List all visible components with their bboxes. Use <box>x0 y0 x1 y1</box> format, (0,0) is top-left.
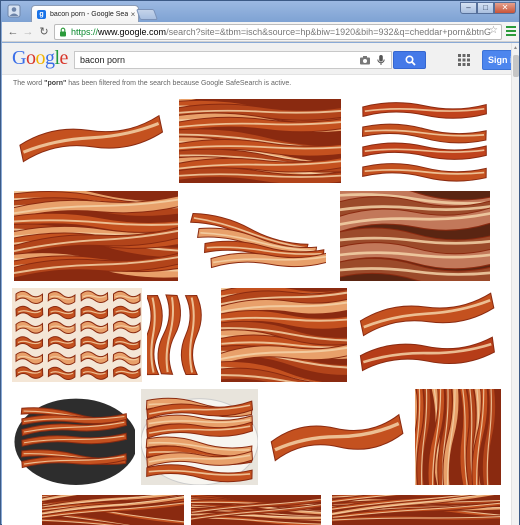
search-results-page: Google bacon porn Sign in ▲ The word "po… <box>2 43 519 525</box>
result-image-11[interactable] <box>12 389 135 485</box>
search-icon <box>405 55 416 66</box>
result-image-16[interactable] <box>191 495 321 525</box>
logo-letter: o <box>35 47 45 69</box>
result-image-12[interactable] <box>141 389 258 485</box>
browser-window: g bacon porn - Google Search × – □ ✕ ← →… <box>0 0 520 525</box>
safesearch-notice: The word "porn" has been filtered from t… <box>13 80 291 87</box>
maximize-button[interactable]: □ <box>477 2 494 14</box>
chrome-menu-icon[interactable] <box>506 26 516 38</box>
tab-active[interactable]: g bacon porn - Google Search × <box>31 5 139 23</box>
result-image-1[interactable] <box>12 99 170 183</box>
microphone-icon[interactable] <box>375 54 387 66</box>
result-image-14[interactable] <box>415 389 501 485</box>
title-bar: g bacon porn - Google Search × – □ ✕ <box>1 1 519 23</box>
logo-letter: e <box>59 47 69 69</box>
url-text: https://www.google.com/search?site=&tbm=… <box>71 27 501 37</box>
close-window-button[interactable]: ✕ <box>494 2 516 14</box>
bookmark-star-icon[interactable]: ☆ <box>489 25 498 36</box>
notice-prefix: The word <box>13 80 45 87</box>
search-box <box>74 51 392 69</box>
result-image-8[interactable] <box>147 288 217 382</box>
google-favicon-icon: g <box>37 10 46 19</box>
lock-icon <box>60 27 66 37</box>
scrollbar-thumb[interactable] <box>513 55 519 77</box>
search-input[interactable] <box>75 52 359 68</box>
result-image-10[interactable] <box>353 288 501 382</box>
logo-letter: G <box>12 47 26 69</box>
result-image-7[interactable] <box>12 288 142 382</box>
url-host: www.google.com <box>98 27 167 37</box>
page-scrollbar[interactable]: ▲ <box>511 43 519 525</box>
browser-toolbar: ← → ↻ https://www.google.com/search?site… <box>2 22 519 42</box>
google-logo[interactable]: Google <box>12 47 68 70</box>
result-image-2[interactable] <box>179 99 341 183</box>
forward-button[interactable]: → <box>21 25 35 39</box>
result-image-4[interactable] <box>14 191 178 281</box>
tab-title: bacon porn - Google Search <box>50 11 128 18</box>
filtered-word: "porn" <box>44 80 67 87</box>
user-profile-icon[interactable] <box>7 4 21 18</box>
result-image-15[interactable] <box>42 495 184 525</box>
url-path: /search?site=&tbm=isch&source=hp&biw=192… <box>166 27 492 37</box>
search-button[interactable] <box>393 51 426 69</box>
url-scheme: https:// <box>71 27 99 37</box>
new-tab-button[interactable] <box>135 9 159 20</box>
google-header: Google bacon porn Sign in <box>2 43 519 75</box>
result-image-6[interactable] <box>340 191 490 281</box>
address-bar[interactable]: https://www.google.com/search?site=&tbm=… <box>54 24 502 40</box>
reload-button[interactable]: ↻ <box>37 25 51 39</box>
minimize-button[interactable]: – <box>460 2 477 14</box>
camera-icon[interactable] <box>359 54 371 66</box>
result-image-17[interactable] <box>332 495 500 525</box>
result-image-5[interactable] <box>186 191 326 281</box>
result-image-13[interactable] <box>264 389 409 485</box>
result-image-3[interactable] <box>351 99 498 183</box>
result-image-9[interactable] <box>221 288 347 382</box>
back-button[interactable]: ← <box>6 25 20 39</box>
notice-suffix: has been filtered from the search becaus… <box>66 80 292 87</box>
scroll-up-arrow-icon[interactable]: ▲ <box>513 45 518 51</box>
apps-grid-icon[interactable] <box>458 54 470 66</box>
